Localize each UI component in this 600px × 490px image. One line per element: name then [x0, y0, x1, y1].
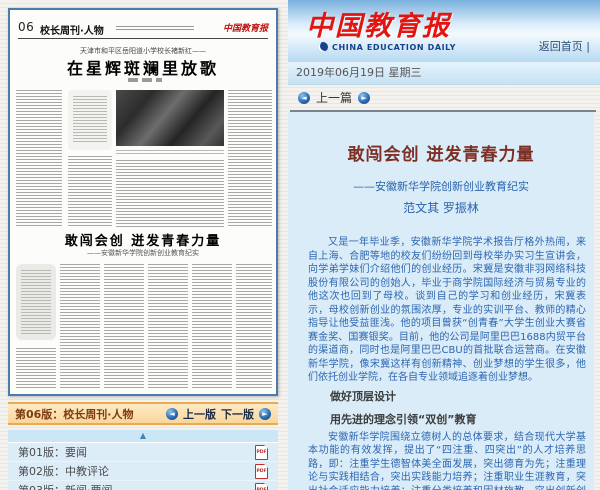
article-title: 敢闯会创 迸发青春力量: [294, 140, 588, 165]
article-panel: 敢闯会创 迸发青春力量 ——安徽新华学院创新创业教育纪实 范文其 罗振林 又是一…: [288, 112, 594, 490]
site-logo-english: CHINA EDUCATION DAILY: [332, 43, 456, 52]
date-text: 2019年06月19日 星期三: [296, 66, 422, 79]
current-page-label: 第06版：校长周刊·人物: [15, 406, 134, 422]
home-link[interactable]: 返回首页: [539, 40, 583, 53]
next-page-link[interactable]: 下一版: [221, 406, 254, 422]
scan-masthead-logo: 中国教育报: [223, 21, 268, 34]
pull-quote-box: [68, 90, 112, 150]
article-paragraph-1: 又是一年毕业季，安徽新华学院学术报告厅格外热闹，来自上海、合肥等地的校友们纷纷回…: [308, 236, 586, 385]
article-heading-2: 用先进的理念引领“双创”教育: [308, 408, 586, 431]
prev-page-icon[interactable]: ◄: [166, 408, 178, 420]
next-article-icon[interactable]: ►: [358, 92, 370, 104]
page-nav-bar: 第06版：校长周刊·人物 ◄ 上一版 下一版 ►: [8, 402, 278, 425]
newsprint-text-column: [16, 90, 62, 228]
pdf-icon[interactable]: PDF: [255, 483, 268, 490]
scan-article1-byline: [128, 78, 162, 82]
scan-article1-headline: 在星辉斑斓里放歌: [10, 55, 276, 79]
prev-page-link[interactable]: 上一版: [183, 406, 216, 422]
newsprint-text-column: [16, 348, 56, 390]
page-list-item-02[interactable]: 第02版：中教评论 PDF: [8, 462, 278, 481]
pdf-icon[interactable]: PDF: [255, 464, 268, 479]
article-paragraph-2: 安徽新华学院围绕立德树人的总体要求，结合现代大学基本功能的有效发挥，提出了“四注…: [308, 431, 586, 490]
pdf-icon[interactable]: PDF: [255, 445, 268, 460]
scan-section-number: 06: [18, 20, 34, 34]
collapse-triangle-icon: ▲: [140, 431, 146, 440]
article-body: 又是一年毕业季，安徽新华学院学术报告厅格外热闹，来自上海、合肥等地的校友们纷纷回…: [308, 236, 586, 490]
scan-article2-subtitle: ——安徽新华学院创新创业教育纪实: [10, 248, 276, 258]
newsprint-text-column: [104, 264, 144, 390]
epaper-page: 06 校长周刊·人物 中国教育报 天津市和平区岳阳道小学校长褚新红—— 在星辉斑…: [0, 0, 600, 490]
article-subtitle: ——安徽新华学院创新创业教育纪实: [294, 178, 588, 194]
prev-article-link[interactable]: 上一篇: [316, 89, 352, 106]
newsprint-text-column: [116, 160, 224, 228]
photo-caption: [116, 150, 224, 154]
article1-photo: [116, 90, 224, 146]
newsprint-text-column: [236, 264, 272, 390]
date-bar: 2019年06月19日 星期三: [288, 62, 600, 85]
scan-article2-headline: 敢闯会创 迸发青春力量: [10, 230, 276, 249]
newsprint-text-column: [68, 156, 112, 228]
page-list-item-03[interactable]: 第03版：新闻·要闻 PDF: [8, 481, 278, 490]
article-heading-1: 做好顶层设计: [308, 385, 586, 408]
site-logo: 中国教育报: [306, 4, 451, 43]
scan-section-header: 06 校长周刊·人物 中国教育报: [18, 20, 268, 39]
newsprint-text-column: [60, 264, 100, 390]
newspaper-page-image[interactable]: 06 校长周刊·人物 中国教育报 天津市和平区岳阳道小学校长褚新红—— 在星辉斑…: [8, 8, 278, 396]
site-header: 中国教育报 CHINA EDUCATION DAILY 返回首页 |: [288, 0, 600, 62]
prev-article-icon[interactable]: ◄: [298, 92, 310, 104]
page-item-label: 第02版：中教评论: [18, 463, 109, 479]
globe-icon: [318, 42, 328, 52]
article2-lede-box: [16, 264, 56, 340]
newsprint-text-column: [148, 264, 188, 390]
article-nav-row: ◄ 上一篇 ►: [288, 85, 600, 110]
scan-section-name: 校长周刊·人物: [40, 22, 104, 37]
page-list-collapse[interactable]: ▲: [8, 430, 278, 443]
article-authors: 范文其 罗振林: [294, 199, 588, 216]
newsprint-text-column: [192, 264, 232, 390]
next-page-icon[interactable]: ►: [259, 408, 271, 420]
newsprint-text-column: [228, 90, 272, 228]
scan-masthead-meta: [116, 26, 194, 32]
page-list: ▲ 第01版：要闻 PDF 第02版：中教评论 PDF 第03版：新闻·要闻 P…: [8, 430, 278, 490]
link-separator: |: [586, 40, 590, 53]
page-item-label: 第03版：新闻·要闻: [18, 482, 113, 490]
page-item-label: 第01版：要闻: [18, 444, 87, 460]
page-list-item-01[interactable]: 第01版：要闻 PDF: [8, 443, 278, 462]
